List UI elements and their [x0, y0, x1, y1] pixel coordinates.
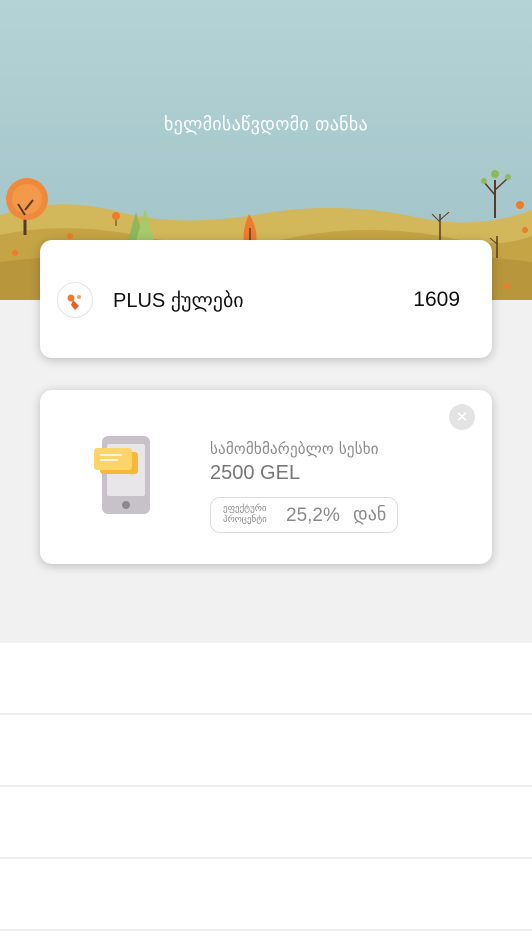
loan-amount: 2500 GEL: [210, 462, 301, 484]
list-item: [0, 859, 532, 931]
plus-points-value: 1609: [413, 288, 460, 311]
list-item: [0, 715, 532, 787]
plus-points-label: PLUS ქულები: [113, 290, 244, 312]
phone-chat-icon: [94, 434, 164, 520]
rate-suffix: დან: [353, 504, 387, 525]
rate-value: 25,2%: [286, 505, 340, 526]
consumer-loan-card[interactable]: ✕ სამომხმარებლო სესხი 2500 GEL ეფექტური …: [40, 390, 492, 564]
list-item: [0, 787, 532, 859]
plus-points-card[interactable]: PLUS ქულები 1609: [40, 240, 492, 358]
loan-type-label: სამომხმარებლო სესხი: [210, 440, 379, 458]
close-icon[interactable]: ✕: [449, 404, 475, 430]
rate-label: ეფექტური პროცენტი: [223, 504, 267, 525]
page-title: ხელმისაწვდომი თანხა: [163, 114, 369, 135]
plus-logo-icon: [57, 282, 93, 318]
list-item: [0, 643, 532, 715]
interest-rate-badge: ეფექტური პროცენტი 25,2% დან: [210, 497, 398, 533]
